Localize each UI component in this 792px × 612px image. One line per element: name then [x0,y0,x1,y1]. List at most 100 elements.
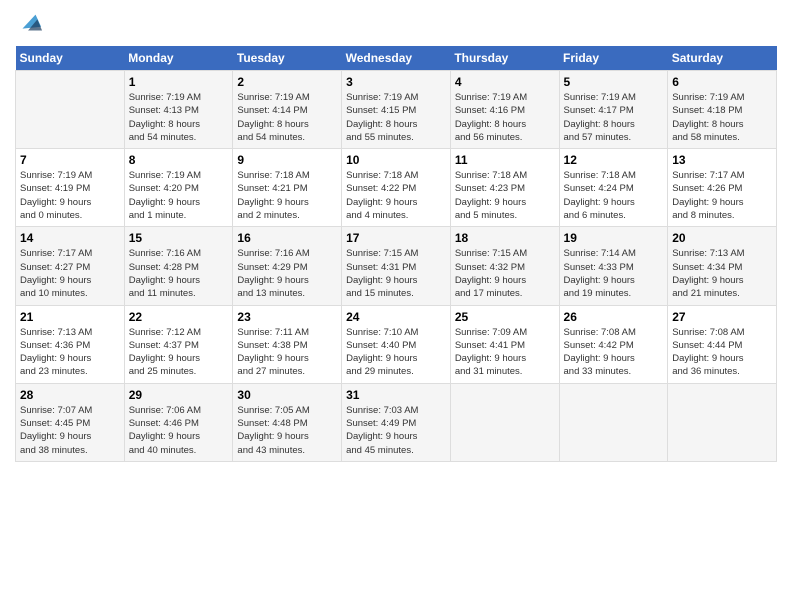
page-container: SundayMondayTuesdayWednesdayThursdayFrid… [0,0,792,472]
calendar-cell: 18Sunrise: 7:15 AMSunset: 4:32 PMDayligh… [450,227,559,305]
calendar-cell: 9 Sunrise: 7:18 AMSunset: 4:21 PMDaylight… [233,149,342,227]
calendar-cell: 22 Sunrise: 7:12 AMSunset: 4:37 PMDayligh… [124,305,233,383]
day-number: 1 [129,75,229,89]
calendar-cell: 23Sunrise: 7:11 AMSunset: 4:38 PMDayligh… [233,305,342,383]
day-number: 20 [672,231,772,245]
day-info: Sunrise: 7:07 AMSunset: 4:45 PMDaylight:… [20,404,120,457]
calendar-cell: 15 Sunrise: 7:16 AMSunset: 4:28 PMDayligh… [124,227,233,305]
day-info: Sunrise: 7:19 AMSunset: 4:16 PMDaylight:… [455,91,555,144]
day-info: Sunrise: 7:11 AMSunset: 4:38 PMDaylight:… [237,326,337,379]
day-info: Sunrise: 7:08 AMSunset: 4:44 PMDaylight:… [672,326,772,379]
calendar-cell: 30 Sunrise: 7:05 AMSunset: 4:48 PMDayligh… [233,383,342,461]
calendar-cell: 24Sunrise: 7:10 AMSunset: 4:40 PMDayligh… [342,305,451,383]
day-info: Sunrise: 7:18 AMSunset: 4:22 PMDaylight:… [346,169,446,222]
day-info: Sunrise: 7:13 AMSunset: 4:36 PMDaylight:… [20,326,120,379]
day-number: 15 [129,231,229,245]
day-number: 17 [346,231,446,245]
calendar-cell: 31 Sunrise: 7:03 AMSunset: 4:49 PMDayligh… [342,383,451,461]
calendar-header: SundayMondayTuesdayWednesdayThursdayFrid… [16,46,777,71]
calendar-table: SundayMondayTuesdayWednesdayThursdayFrid… [15,46,777,462]
logo [15,10,47,38]
day-info: Sunrise: 7:15 AMSunset: 4:31 PMDaylight:… [346,247,446,300]
calendar-cell: 25 Sunrise: 7:09 AMSunset: 4:41 PMDayligh… [450,305,559,383]
weekday-header: Wednesday [342,46,451,71]
day-info: Sunrise: 7:12 AMSunset: 4:37 PMDaylight:… [129,326,229,379]
calendar-cell [16,71,125,149]
day-info: Sunrise: 7:05 AMSunset: 4:48 PMDaylight:… [237,404,337,457]
day-info: Sunrise: 7:19 AMSunset: 4:19 PMDaylight:… [20,169,120,222]
calendar-cell: 16 Sunrise: 7:16 AMSunset: 4:29 PMDayligh… [233,227,342,305]
day-info: Sunrise: 7:19 AMSunset: 4:20 PMDaylight:… [129,169,229,222]
day-info: Sunrise: 7:19 AMSunset: 4:13 PMDaylight:… [129,91,229,144]
day-number: 11 [455,153,555,167]
day-info: Sunrise: 7:16 AMSunset: 4:28 PMDaylight:… [129,247,229,300]
calendar-week-row: 21Sunrise: 7:13 AMSunset: 4:36 PMDayligh… [16,305,777,383]
day-number: 25 [455,310,555,324]
weekday-header: Monday [124,46,233,71]
day-number: 26 [564,310,664,324]
day-info: Sunrise: 7:19 AMSunset: 4:15 PMDaylight:… [346,91,446,144]
calendar-cell: 27 Sunrise: 7:08 AMSunset: 4:44 PMDayligh… [668,305,777,383]
day-number: 27 [672,310,772,324]
day-info: Sunrise: 7:06 AMSunset: 4:46 PMDaylight:… [129,404,229,457]
weekday-header: Saturday [668,46,777,71]
calendar-cell: 7 Sunrise: 7:19 AMSunset: 4:19 PMDaylight… [16,149,125,227]
day-info: Sunrise: 7:17 AMSunset: 4:27 PMDaylight:… [20,247,120,300]
day-number: 9 [237,153,337,167]
calendar-cell: 21Sunrise: 7:13 AMSunset: 4:36 PMDayligh… [16,305,125,383]
calendar-cell: 3 Sunrise: 7:19 AMSunset: 4:15 PMDaylight… [342,71,451,149]
day-info: Sunrise: 7:17 AMSunset: 4:26 PMDaylight:… [672,169,772,222]
day-number: 31 [346,388,446,402]
weekday-header: Sunday [16,46,125,71]
weekday-header: Friday [559,46,668,71]
calendar-cell [668,383,777,461]
day-number: 12 [564,153,664,167]
calendar-cell: 19Sunrise: 7:14 AMSunset: 4:33 PMDayligh… [559,227,668,305]
day-info: Sunrise: 7:19 AMSunset: 4:14 PMDaylight:… [237,91,337,144]
calendar-body: 1 Sunrise: 7:19 AMSunset: 4:13 PMDaylight… [16,71,777,462]
calendar-cell [450,383,559,461]
day-info: Sunrise: 7:13 AMSunset: 4:34 PMDaylight:… [672,247,772,300]
calendar-cell: 10 Sunrise: 7:18 AMSunset: 4:22 PMDayligh… [342,149,451,227]
day-number: 3 [346,75,446,89]
day-number: 22 [129,310,229,324]
day-number: 29 [129,388,229,402]
calendar-cell: 1 Sunrise: 7:19 AMSunset: 4:13 PMDaylight… [124,71,233,149]
calendar-cell: 20 Sunrise: 7:13 AMSunset: 4:34 PMDayligh… [668,227,777,305]
calendar-cell: 4 Sunrise: 7:19 AMSunset: 4:16 PMDaylight… [450,71,559,149]
day-info: Sunrise: 7:18 AMSunset: 4:21 PMDaylight:… [237,169,337,222]
logo-icon [15,10,43,38]
calendar-cell: 5 Sunrise: 7:19 AMSunset: 4:17 PMDaylight… [559,71,668,149]
day-number: 8 [129,153,229,167]
calendar-cell: 17 Sunrise: 7:15 AMSunset: 4:31 PMDayligh… [342,227,451,305]
calendar-cell: 2 Sunrise: 7:19 AMSunset: 4:14 PMDaylight… [233,71,342,149]
day-info: Sunrise: 7:03 AMSunset: 4:49 PMDaylight:… [346,404,446,457]
day-number: 4 [455,75,555,89]
day-info: Sunrise: 7:19 AMSunset: 4:17 PMDaylight:… [564,91,664,144]
calendar-week-row: 28 Sunrise: 7:07 AMSunset: 4:45 PMDayligh… [16,383,777,461]
day-number: 24 [346,310,446,324]
day-info: Sunrise: 7:19 AMSunset: 4:18 PMDaylight:… [672,91,772,144]
day-number: 6 [672,75,772,89]
day-number: 2 [237,75,337,89]
calendar-cell: 8 Sunrise: 7:19 AMSunset: 4:20 PMDaylight… [124,149,233,227]
calendar-cell: 6 Sunrise: 7:19 AMSunset: 4:18 PMDaylight… [668,71,777,149]
day-number: 7 [20,153,120,167]
calendar-cell: 13Sunrise: 7:17 AMSunset: 4:26 PMDayligh… [668,149,777,227]
header [15,10,777,38]
day-info: Sunrise: 7:09 AMSunset: 4:41 PMDaylight:… [455,326,555,379]
day-info: Sunrise: 7:16 AMSunset: 4:29 PMDaylight:… [237,247,337,300]
day-number: 10 [346,153,446,167]
day-number: 16 [237,231,337,245]
day-info: Sunrise: 7:14 AMSunset: 4:33 PMDaylight:… [564,247,664,300]
calendar-cell [559,383,668,461]
day-number: 28 [20,388,120,402]
day-info: Sunrise: 7:18 AMSunset: 4:23 PMDaylight:… [455,169,555,222]
calendar-week-row: 7 Sunrise: 7:19 AMSunset: 4:19 PMDaylight… [16,149,777,227]
day-number: 30 [237,388,337,402]
day-info: Sunrise: 7:15 AMSunset: 4:32 PMDaylight:… [455,247,555,300]
calendar-cell: 28 Sunrise: 7:07 AMSunset: 4:45 PMDayligh… [16,383,125,461]
calendar-cell: 29 Sunrise: 7:06 AMSunset: 4:46 PMDayligh… [124,383,233,461]
day-number: 5 [564,75,664,89]
calendar-cell: 26Sunrise: 7:08 AMSunset: 4:42 PMDayligh… [559,305,668,383]
